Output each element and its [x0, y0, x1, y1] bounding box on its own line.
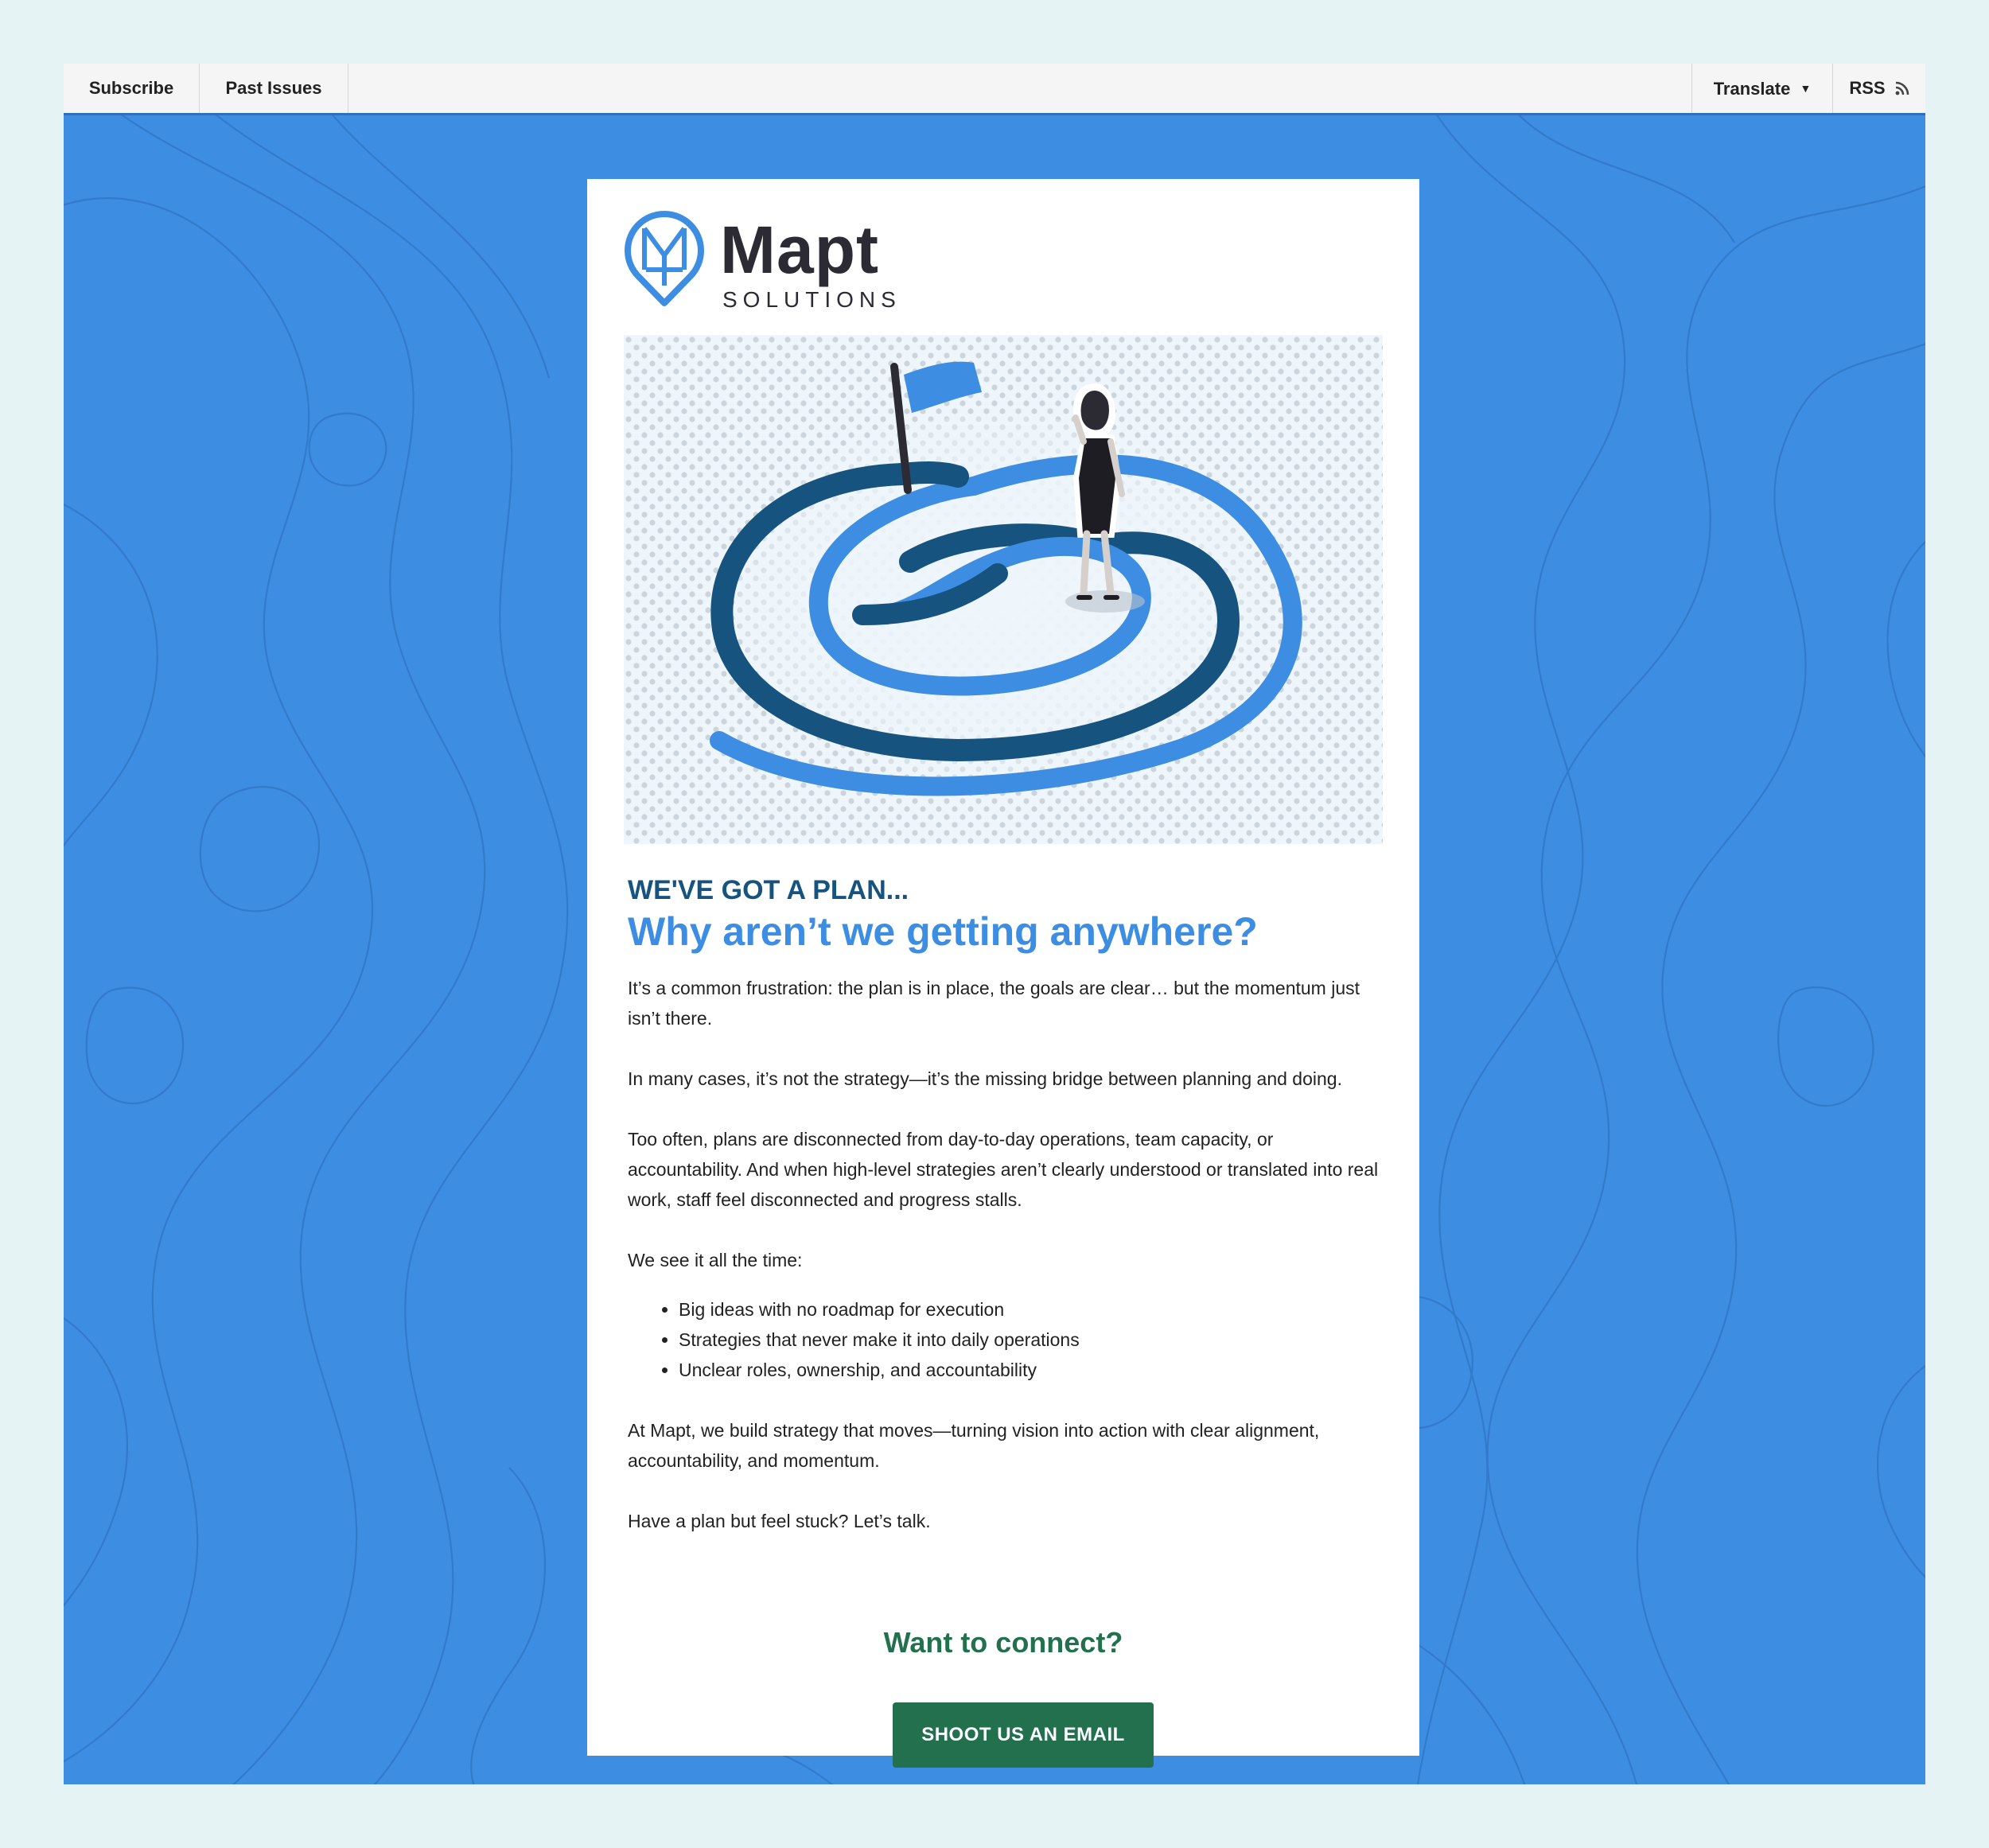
article-kicker: WE'VE GOT A PLAN... — [628, 875, 909, 905]
body-paragraph: At Mapt, we build strategy that moves—tu… — [628, 1420, 1320, 1471]
list-item: Big ideas with no roadmap for execution — [679, 1294, 1392, 1325]
rss-label: RSS — [1849, 78, 1886, 98]
subscribe-link[interactable]: Subscribe — [64, 64, 199, 113]
mapt-logo-icon — [625, 211, 704, 306]
list-item: Strategies that never make it into daily… — [679, 1325, 1392, 1355]
newsletter-card: Mapt SOLUTIONS WE'VE GOT A PLAN... Why a… — [587, 179, 1419, 1768]
article-body: It’s a common frustration: the plan is i… — [628, 973, 1392, 1566]
translate-label: Translate — [1713, 79, 1791, 99]
email-us-button[interactable]: SHOOT US AN EMAIL — [893, 1702, 1154, 1768]
caret-down-icon: ▼ — [1800, 82, 1812, 95]
cta-heading: Want to connect? — [883, 1626, 1123, 1659]
article-headline: Why aren’t we getting anywhere? — [628, 909, 1258, 954]
body-paragraph: Have a plan but feel stuck? Let’s talk. — [628, 1511, 931, 1531]
rss-icon — [1895, 81, 1909, 95]
brand-tagline: SOLUTIONS — [722, 287, 901, 312]
body-paragraph: We see it all the time: — [628, 1250, 803, 1270]
newsletter-frame: Subscribe Past Issues Translate ▼ RSS Ma… — [64, 64, 1925, 1784]
hero-illustration — [624, 335, 1383, 844]
list-item: Unclear roles, ownership, and accountabi… — [679, 1355, 1392, 1385]
body-paragraph: It’s a common frustration: the plan is i… — [628, 978, 1360, 1029]
rss-link[interactable]: RSS — [1833, 64, 1925, 113]
body-paragraph: Too often, plans are disconnected from d… — [628, 1129, 1379, 1210]
archive-toolbar: Subscribe Past Issues Translate ▼ RSS — [64, 64, 1925, 115]
body-paragraph: In many cases, it’s not the strategy—it’… — [628, 1068, 1342, 1089]
challenge-list: Big ideas with no roadmap for execution … — [628, 1294, 1392, 1385]
translate-dropdown[interactable]: Translate ▼ — [1692, 64, 1832, 113]
past-issues-link[interactable]: Past Issues — [200, 64, 348, 113]
brand-name: Mapt — [720, 212, 879, 287]
